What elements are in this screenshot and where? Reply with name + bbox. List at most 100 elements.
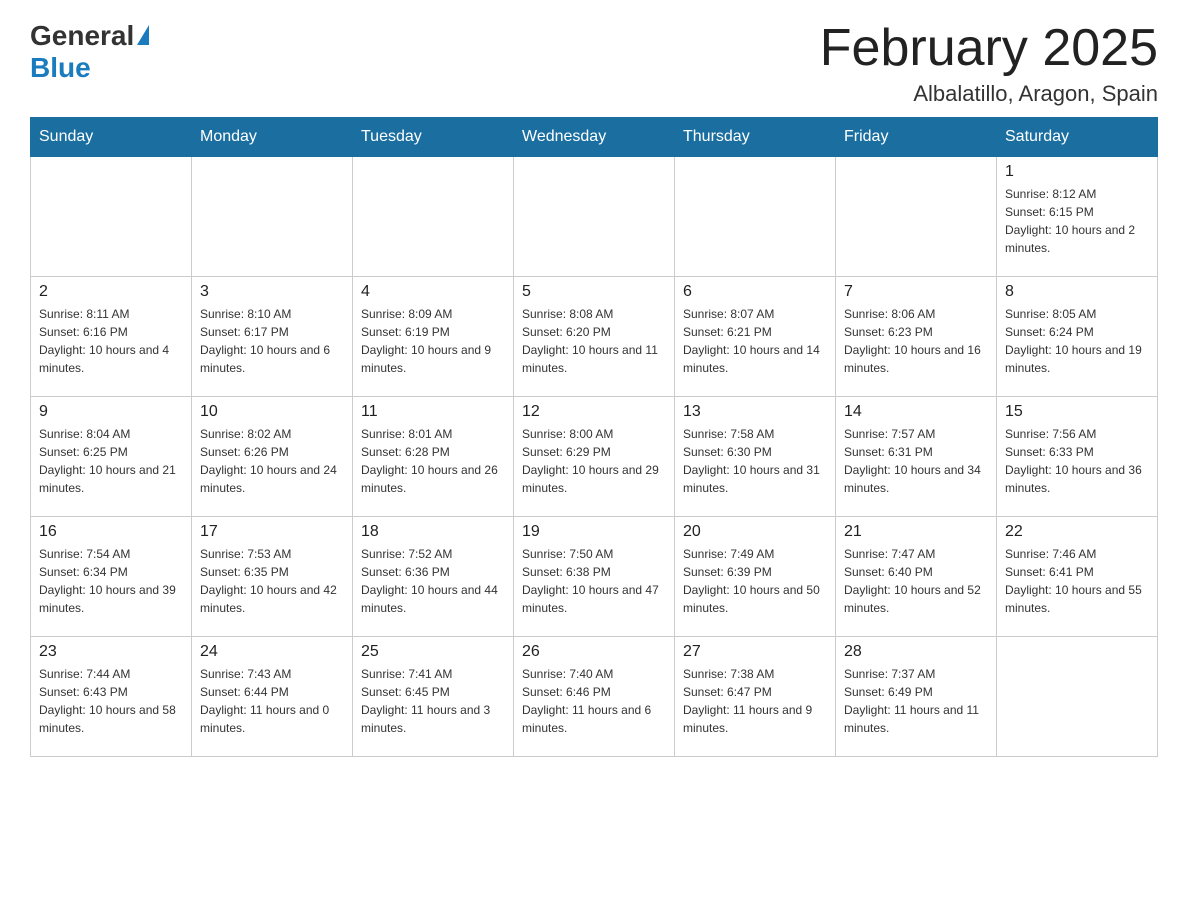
day-number: 26	[522, 643, 666, 661]
table-row: 9Sunrise: 8:04 AMSunset: 6:25 PMDaylight…	[31, 397, 192, 517]
day-number: 11	[361, 403, 505, 421]
header-friday: Friday	[836, 118, 997, 157]
table-row: 12Sunrise: 8:00 AMSunset: 6:29 PMDayligh…	[514, 397, 675, 517]
header-monday: Monday	[192, 118, 353, 157]
day-number: 28	[844, 643, 988, 661]
day-number: 2	[39, 283, 183, 301]
table-row: 20 Sunrise: 7:49 AMSunset: 6:39 PMDayligh…	[675, 517, 836, 637]
table-row: 11 Sunrise: 8:01 AMSunset: 6:28 PMDayligh…	[353, 397, 514, 517]
table-row: 10 Sunrise: 8:02 AMSunset: 6:26 PMDayligh…	[192, 397, 353, 517]
page-container: General Blue February 2025 Albalatillo, …	[0, 0, 1188, 787]
day-info: Sunrise: 8:02 AMSunset: 6:26 PMDaylight:…	[200, 425, 344, 497]
day-number: 21	[844, 523, 988, 541]
day-number: 23	[39, 643, 183, 661]
table-row	[675, 157, 836, 277]
table-row: 14Sunrise: 7:57 AMSunset: 6:31 PMDayligh…	[836, 397, 997, 517]
day-number: 10	[200, 403, 344, 421]
day-info: Sunrise: 7:38 AMSunset: 6:47 PMDaylight:…	[683, 665, 827, 737]
table-row: 27 Sunrise: 7:38 AMSunset: 6:47 PMDayligh…	[675, 637, 836, 757]
table-row: 21 Sunrise: 7:47 AMSunset: 6:40 PMDayligh…	[836, 517, 997, 637]
table-row	[514, 157, 675, 277]
day-number: 8	[1005, 283, 1149, 301]
logo: General Blue	[30, 20, 149, 84]
day-info: Sunrise: 8:01 AMSunset: 6:28 PMDaylight:…	[361, 425, 505, 497]
day-info: Sunrise: 7:40 AMSunset: 6:46 PMDaylight:…	[522, 665, 666, 737]
day-info: Sunrise: 8:12 AMSunset: 6:15 PMDaylight:…	[1005, 185, 1149, 257]
title-section: February 2025 Albalatillo, Aragon, Spain	[820, 20, 1158, 107]
day-number: 13	[683, 403, 827, 421]
day-info: Sunrise: 7:56 AMSunset: 6:33 PMDaylight:…	[1005, 425, 1149, 497]
calendar-week-row: 16 Sunrise: 7:54 AMSunset: 6:34 PMDayligh…	[31, 517, 1158, 637]
table-row	[997, 637, 1158, 757]
month-year-title: February 2025	[820, 20, 1158, 77]
day-info: Sunrise: 7:37 AMSunset: 6:49 PMDaylight:…	[844, 665, 988, 737]
day-number: 1	[1005, 163, 1149, 181]
table-row: 3Sunrise: 8:10 AMSunset: 6:17 PMDaylight…	[192, 277, 353, 397]
calendar-week-row: 23 Sunrise: 7:44 AMSunset: 6:43 PMDayligh…	[31, 637, 1158, 757]
table-row: 8 Sunrise: 8:05 AMSunset: 6:24 PMDaylight…	[997, 277, 1158, 397]
table-row: 24Sunrise: 7:43 AMSunset: 6:44 PMDayligh…	[192, 637, 353, 757]
location-subtitle: Albalatillo, Aragon, Spain	[820, 81, 1158, 107]
day-info: Sunrise: 8:00 AMSunset: 6:29 PMDaylight:…	[522, 425, 666, 497]
table-row: 17 Sunrise: 7:53 AMSunset: 6:35 PMDayligh…	[192, 517, 353, 637]
day-number: 6	[683, 283, 827, 301]
calendar-week-row: 9Sunrise: 8:04 AMSunset: 6:25 PMDaylight…	[31, 397, 1158, 517]
table-row: 26 Sunrise: 7:40 AMSunset: 6:46 PMDayligh…	[514, 637, 675, 757]
table-row: 23 Sunrise: 7:44 AMSunset: 6:43 PMDayligh…	[31, 637, 192, 757]
header-saturday: Saturday	[997, 118, 1158, 157]
table-row: 25 Sunrise: 7:41 AMSunset: 6:45 PMDayligh…	[353, 637, 514, 757]
header-tuesday: Tuesday	[353, 118, 514, 157]
table-row	[192, 157, 353, 277]
day-info: Sunrise: 7:58 AMSunset: 6:30 PMDaylight:…	[683, 425, 827, 497]
logo-triangle-icon	[137, 25, 149, 45]
day-number: 27	[683, 643, 827, 661]
weekday-header-row: Sunday Monday Tuesday Wednesday Thursday…	[31, 118, 1158, 157]
table-row: 22Sunrise: 7:46 AMSunset: 6:41 PMDayligh…	[997, 517, 1158, 637]
day-number: 24	[200, 643, 344, 661]
day-number: 25	[361, 643, 505, 661]
day-number: 20	[683, 523, 827, 541]
header: General Blue February 2025 Albalatillo, …	[30, 20, 1158, 107]
table-row: 28 Sunrise: 7:37 AMSunset: 6:49 PMDayligh…	[836, 637, 997, 757]
header-wednesday: Wednesday	[514, 118, 675, 157]
table-row: 13 Sunrise: 7:58 AMSunset: 6:30 PMDayligh…	[675, 397, 836, 517]
table-row: 6Sunrise: 8:07 AMSunset: 6:21 PMDaylight…	[675, 277, 836, 397]
day-info: Sunrise: 8:09 AMSunset: 6:19 PMDaylight:…	[361, 305, 505, 377]
table-row	[836, 157, 997, 277]
table-row: 1 Sunrise: 8:12 AMSunset: 6:15 PMDaylight…	[997, 157, 1158, 277]
day-info: Sunrise: 8:10 AMSunset: 6:17 PMDaylight:…	[200, 305, 344, 377]
table-row	[31, 157, 192, 277]
day-info: Sunrise: 7:52 AMSunset: 6:36 PMDaylight:…	[361, 545, 505, 617]
calendar-table: Sunday Monday Tuesday Wednesday Thursday…	[30, 117, 1158, 757]
day-info: Sunrise: 7:54 AMSunset: 6:34 PMDaylight:…	[39, 545, 183, 617]
day-info: Sunrise: 8:05 AMSunset: 6:24 PMDaylight:…	[1005, 305, 1149, 377]
day-number: 15	[1005, 403, 1149, 421]
calendar-week-row: 1 Sunrise: 8:12 AMSunset: 6:15 PMDaylight…	[31, 157, 1158, 277]
calendar-week-row: 2 Sunrise: 8:11 AMSunset: 6:16 PMDaylight…	[31, 277, 1158, 397]
day-info: Sunrise: 7:53 AMSunset: 6:35 PMDaylight:…	[200, 545, 344, 617]
day-info: Sunrise: 7:47 AMSunset: 6:40 PMDaylight:…	[844, 545, 988, 617]
day-info: Sunrise: 7:41 AMSunset: 6:45 PMDaylight:…	[361, 665, 505, 737]
day-info: Sunrise: 8:06 AMSunset: 6:23 PMDaylight:…	[844, 305, 988, 377]
table-row: 16 Sunrise: 7:54 AMSunset: 6:34 PMDayligh…	[31, 517, 192, 637]
day-info: Sunrise: 7:44 AMSunset: 6:43 PMDaylight:…	[39, 665, 183, 737]
day-number: 18	[361, 523, 505, 541]
day-info: Sunrise: 7:57 AMSunset: 6:31 PMDaylight:…	[844, 425, 988, 497]
logo-blue: Blue	[30, 52, 91, 83]
day-info: Sunrise: 8:08 AMSunset: 6:20 PMDaylight:…	[522, 305, 666, 377]
day-info: Sunrise: 8:11 AMSunset: 6:16 PMDaylight:…	[39, 305, 183, 377]
day-number: 5	[522, 283, 666, 301]
table-row: 7Sunrise: 8:06 AMSunset: 6:23 PMDaylight…	[836, 277, 997, 397]
day-info: Sunrise: 7:50 AMSunset: 6:38 PMDaylight:…	[522, 545, 666, 617]
day-number: 16	[39, 523, 183, 541]
table-row: 19 Sunrise: 7:50 AMSunset: 6:38 PMDayligh…	[514, 517, 675, 637]
table-row: 18 Sunrise: 7:52 AMSunset: 6:36 PMDayligh…	[353, 517, 514, 637]
day-info: Sunrise: 8:04 AMSunset: 6:25 PMDaylight:…	[39, 425, 183, 497]
header-thursday: Thursday	[675, 118, 836, 157]
day-number: 4	[361, 283, 505, 301]
day-number: 17	[200, 523, 344, 541]
day-number: 19	[522, 523, 666, 541]
day-info: Sunrise: 7:49 AMSunset: 6:39 PMDaylight:…	[683, 545, 827, 617]
table-row: 4 Sunrise: 8:09 AMSunset: 6:19 PMDaylight…	[353, 277, 514, 397]
header-sunday: Sunday	[31, 118, 192, 157]
